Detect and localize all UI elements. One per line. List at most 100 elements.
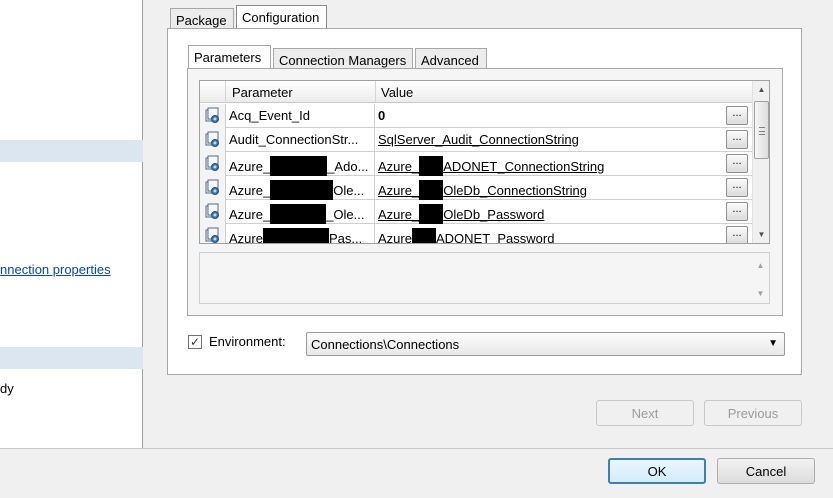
row-icon-cell (200, 152, 226, 176)
value-cell-text: Azure_ (378, 183, 420, 198)
parameter-grid[interactable]: Parameter Value Acq_Event_Id 0... Audit_Co… (199, 80, 770, 244)
scroll-up-arrow-icon[interactable]: ▲ (752, 257, 769, 274)
edit-value-button[interactable]: ... (726, 226, 748, 243)
tab-connection-managers[interactable]: Connection Managers (273, 48, 413, 70)
value-cell[interactable]: Azure ADONET_Password (376, 224, 724, 244)
scroll-down-arrow-icon[interactable]: ▼ (753, 226, 769, 243)
parameter-cell-text: Acq_Event_Id (229, 108, 310, 123)
edit-value-button[interactable]: ... (726, 154, 748, 173)
parameter-cell[interactable]: Azure_ _Ado... (227, 152, 375, 176)
table-row[interactable]: Azure_ _Ado... Azure_ ADONET_ConnectionStri… (200, 152, 752, 176)
next-button[interactable]: Next (596, 400, 694, 426)
left-pane-text: dy (0, 381, 14, 396)
grid-header: Parameter Value (200, 81, 752, 103)
value-cell-text: ADONET_ConnectionString (443, 159, 605, 174)
parameter-icon (205, 227, 219, 243)
cancel-button[interactable]: Cancel (717, 458, 815, 484)
parameter-cell[interactable]: Azure_ _Ole... (227, 200, 375, 224)
redaction-block (419, 180, 444, 200)
parameter-description-box: ▲ ▼ (199, 252, 770, 304)
redaction-block (419, 156, 444, 176)
parameter-cell-text: _Ado... (327, 159, 369, 174)
previous-button-label: Previous (727, 406, 779, 421)
parameter-icon (205, 107, 219, 123)
parameter-icon (205, 155, 219, 171)
grid-vertical-scrollbar[interactable]: ▲ ▼ (752, 81, 769, 243)
parameter-cell-text: Azure_ (229, 159, 271, 174)
parameter-cell-text: Pas... (328, 231, 363, 244)
row-icon-cell (200, 176, 226, 200)
redaction-block (419, 204, 444, 224)
table-row[interactable]: Audit_ConnectionStr... SqlServer_Audit_Co… (200, 128, 752, 152)
parameter-icon (205, 131, 219, 147)
cancel-button-label: Cancel (745, 464, 787, 479)
scroll-down-arrow-icon[interactable]: ▼ (752, 285, 769, 302)
parameter-cell-text: Azure (229, 231, 263, 244)
parameter-cell[interactable]: Azure_ Ole... (227, 176, 375, 200)
parameter-icon (205, 203, 219, 219)
tab-parameters[interactable]: Parameters (188, 45, 271, 69)
value-cell[interactable]: Azure_ ADONET_ConnectionString (376, 152, 724, 176)
value-cell-text: Azure_ (378, 159, 420, 174)
edit-value-button[interactable]: ... (726, 178, 748, 197)
value-cell-text: OleDb_Password (443, 207, 545, 222)
row-icon-cell (200, 104, 226, 128)
section-band (0, 140, 143, 162)
value-cell[interactable]: Azure_ OleDb_Password (376, 200, 724, 224)
environment-label: Environment: (209, 334, 286, 349)
ok-button[interactable]: OK (608, 458, 706, 484)
edit-value-button[interactable]: ... (726, 130, 748, 149)
connection-properties-link[interactable]: nnection properties (0, 262, 143, 277)
parameter-cell-text: Audit_ConnectionStr... (229, 132, 359, 147)
environment-checkbox[interactable]: ✓ (188, 335, 202, 349)
parameter-cell-text: _Ole... (326, 207, 365, 222)
redaction-block (411, 228, 436, 243)
description-scrollbar[interactable]: ▲ ▼ (752, 253, 769, 303)
dialog-button-bar (0, 448, 833, 498)
edit-value-button[interactable]: ... (726, 106, 748, 125)
value-cell-text: Azure (378, 231, 412, 244)
table-row[interactable]: Azure Pas... Azure ADONET_Password... (200, 224, 752, 244)
parameter-cell[interactable]: Audit_ConnectionStr... (227, 128, 375, 152)
tab-configuration[interactable]: Configuration (236, 5, 327, 29)
dropdown-arrow-icon: ▼ (768, 338, 778, 349)
value-cell[interactable]: SqlServer_Audit_ConnectionString (376, 128, 724, 152)
redaction-block (262, 228, 329, 243)
parameter-cell-text: Azure_ (229, 207, 271, 222)
scroll-up-arrow-icon[interactable]: ▲ (753, 81, 769, 98)
tab-advanced[interactable]: Advanced (415, 48, 487, 70)
table-row[interactable]: Acq_Event_Id 0... (200, 104, 752, 128)
header-parameter[interactable]: Parameter (227, 81, 376, 103)
table-row[interactable]: Azure_ Ole... Azure_ OleDb_ConnectionString… (200, 176, 752, 200)
value-cell-text: SqlServer_Audit_ConnectionString (378, 132, 579, 147)
row-icon-cell (200, 200, 226, 224)
parameter-icon (205, 179, 219, 195)
next-button-label: Next (631, 406, 659, 421)
environment-dropdown[interactable]: Connections\Connections ▼ (306, 332, 785, 356)
row-icon-cell (200, 224, 226, 243)
value-cell-text: Azure_ (378, 207, 420, 222)
table-row[interactable]: Azure_ _Ole... Azure_ OleDb_Password... (200, 200, 752, 224)
value-cell-text: ADONET_Password (435, 231, 555, 244)
value-cell[interactable]: 0 (376, 104, 724, 128)
parameter-cell-text: Azure_ (229, 183, 271, 198)
left-navigation-pane: nnection properties dy (0, 0, 143, 448)
edit-value-button[interactable]: ... (726, 202, 748, 221)
tab-package[interactable]: Package (170, 8, 234, 30)
parameter-cell-text: Ole... (333, 183, 365, 198)
parameter-cell[interactable]: Acq_Event_Id (227, 104, 375, 128)
environment-selected-value: Connections\Connections (311, 337, 460, 352)
parameter-cell[interactable]: Azure Pas... (227, 224, 375, 244)
checkmark-icon: ✓ (189, 335, 201, 349)
value-cell-text: 0 (378, 108, 386, 123)
scrollbar-thumb[interactable] (754, 101, 769, 159)
redaction-block (270, 180, 334, 200)
row-icon-cell (200, 128, 226, 152)
section-band (0, 347, 143, 369)
header-value[interactable]: Value (376, 81, 752, 103)
redaction-block (270, 204, 327, 224)
ok-button-label: OK (647, 464, 667, 479)
previous-button[interactable]: Previous (704, 400, 802, 426)
value-cell[interactable]: Azure_ OleDb_ConnectionString (376, 176, 724, 200)
redaction-block (270, 156, 328, 176)
